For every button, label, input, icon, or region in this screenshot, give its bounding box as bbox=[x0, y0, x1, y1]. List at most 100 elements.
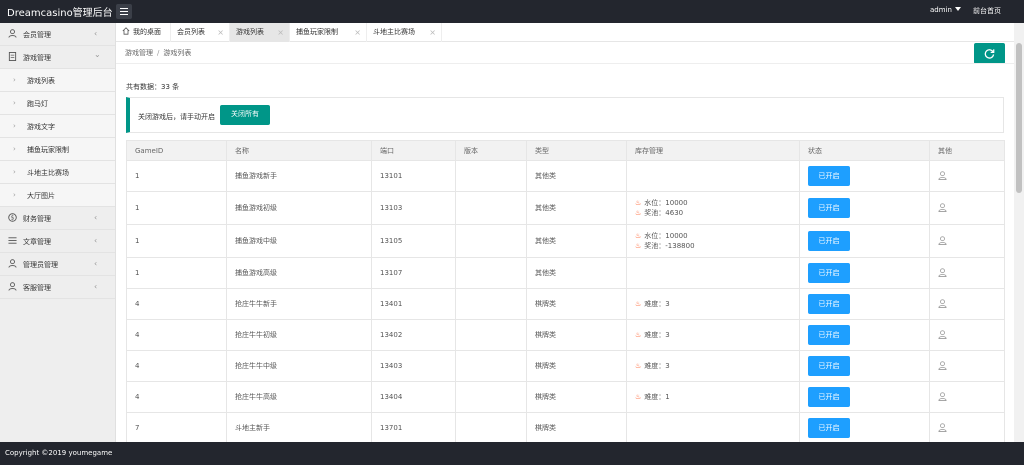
tab-label: 游戏列表 bbox=[236, 28, 264, 36]
flame-icon: ♨ bbox=[635, 362, 642, 370]
breadcrumb-item[interactable]: 游戏管理 bbox=[125, 49, 153, 57]
sidebar-group-members[interactable]: 会员管理 ‹ bbox=[0, 23, 115, 46]
cell-game-name: 抢庄牛牛中级 bbox=[226, 350, 372, 382]
user-settings-icon[interactable] bbox=[938, 170, 947, 180]
sidebar-item-game-list[interactable]: › 游戏列表 bbox=[0, 69, 115, 92]
tab-my-desktop[interactable]: 我的桌面 bbox=[116, 23, 171, 42]
cell-other bbox=[929, 224, 1005, 258]
user-settings-icon[interactable] bbox=[938, 329, 947, 339]
stock-line: ♨ 水位：10000 bbox=[635, 198, 799, 208]
close-all-button[interactable]: 关闭所有 bbox=[220, 105, 270, 125]
hamburger-icon bbox=[120, 8, 128, 9]
refresh-icon bbox=[984, 49, 995, 59]
cell-stock: ♨ 水位：10000 ♨ 奖池：-138800 bbox=[626, 224, 800, 258]
refresh-button[interactable] bbox=[974, 43, 1005, 64]
front-page-link[interactable]: 前台首页 bbox=[973, 6, 1001, 16]
sidebar-item-fishing-limit[interactable]: › 捕鱼玩家限制 bbox=[0, 138, 115, 161]
user-menu[interactable]: admin bbox=[930, 6, 961, 14]
column-header: 版本 bbox=[455, 140, 527, 161]
status-toggle-button[interactable]: 已开启 bbox=[808, 231, 850, 251]
stock-line: ♨ 奖池：4630 bbox=[635, 208, 799, 218]
sidebar-item-marquee[interactable]: › 跑马灯 bbox=[0, 92, 115, 115]
arrow-right-icon: › bbox=[13, 168, 16, 176]
flame-icon: ♨ bbox=[635, 331, 642, 339]
cell-stock: ♨ 难度：3 bbox=[626, 350, 800, 382]
page-scrollbar[interactable] bbox=[1014, 23, 1024, 442]
status-toggle-button[interactable]: 已开启 bbox=[808, 418, 850, 438]
cell-game-id: 4 bbox=[126, 288, 227, 320]
breadcrumb-item-current: 游戏列表 bbox=[163, 49, 192, 57]
cell-port: 13403 bbox=[371, 350, 456, 382]
user-settings-icon[interactable] bbox=[938, 360, 947, 370]
column-header: 状态 bbox=[799, 140, 930, 161]
cell-game-name: 抢庄牛牛新手 bbox=[226, 288, 372, 320]
tab-member-list[interactable]: 会员列表 × bbox=[171, 23, 230, 42]
stock-line: ♨ 难度：3 bbox=[635, 330, 799, 340]
sidebar-item-label: 游戏文字 bbox=[27, 123, 55, 131]
sidebar-item-label: 大厅图片 bbox=[27, 192, 55, 200]
stock-value: 水位：10000 bbox=[644, 199, 688, 207]
user-icon bbox=[8, 29, 17, 38]
user-settings-icon[interactable] bbox=[938, 267, 947, 277]
sidebar-item-game-text[interactable]: › 游戏文字 bbox=[0, 115, 115, 138]
sidebar-group-label: 会员管理 bbox=[23, 31, 51, 39]
status-toggle-button[interactable]: 已开启 bbox=[808, 325, 850, 345]
cell-port: 13105 bbox=[371, 224, 456, 258]
sidebar-group-articles[interactable]: 文章管理 ‹ bbox=[0, 230, 115, 253]
cell-other bbox=[929, 191, 1005, 225]
tab-fishing-limit[interactable]: 捕鱼玩家限制 × bbox=[290, 23, 367, 42]
table-row: 7 斗地主新手 13701 棋牌类 已开启 bbox=[126, 412, 1005, 442]
status-toggle-button[interactable]: 已开启 bbox=[808, 387, 850, 407]
cell-type: 其他类 bbox=[526, 224, 627, 258]
cell-type: 棋牌类 bbox=[526, 412, 627, 442]
caret-down-icon bbox=[954, 7, 961, 11]
column-header: 其他 bbox=[929, 140, 1005, 161]
cell-game-name: 抢庄牛牛高级 bbox=[226, 381, 372, 413]
cell-type: 棋牌类 bbox=[526, 319, 627, 351]
sidebar-group-admins[interactable]: 管理员管理 ‹ bbox=[0, 253, 115, 276]
cell-status: 已开启 bbox=[799, 412, 930, 442]
sidebar-group-support[interactable]: 客服管理 ‹ bbox=[0, 276, 115, 299]
status-toggle-button[interactable]: 已开启 bbox=[808, 166, 850, 186]
tab-landlord-match[interactable]: 斗地主比赛场 × bbox=[367, 23, 442, 42]
user-settings-icon[interactable] bbox=[938, 391, 947, 401]
status-toggle-button[interactable]: 已开启 bbox=[808, 294, 850, 314]
sidebar-group-finance[interactable]: $ 财务管理 ‹ bbox=[0, 207, 115, 230]
cell-other bbox=[929, 412, 1005, 442]
cell-game-id: 1 bbox=[126, 224, 227, 258]
copyright-text: Copyright ©2019 youmegame bbox=[5, 449, 113, 457]
close-icon[interactable]: × bbox=[277, 23, 284, 42]
table-row: 4 抢庄牛牛中级 13403 棋牌类 ♨ 难度：3 已开启 bbox=[126, 350, 1005, 382]
cell-type: 棋牌类 bbox=[526, 381, 627, 413]
status-toggle-button[interactable]: 已开启 bbox=[808, 356, 850, 376]
close-icon[interactable]: × bbox=[429, 23, 436, 42]
close-icon[interactable]: × bbox=[217, 23, 224, 42]
status-toggle-button[interactable]: 已开启 bbox=[808, 263, 850, 283]
tab-label: 我的桌面 bbox=[133, 28, 161, 36]
sidebar-group-label: 财务管理 bbox=[23, 215, 51, 223]
tab-label: 捕鱼玩家限制 bbox=[296, 28, 338, 36]
footer: Copyright ©2019 youmegame bbox=[0, 442, 1024, 465]
cell-port: 13402 bbox=[371, 319, 456, 351]
sidebar-item-lobby-images[interactable]: › 大厅图片 bbox=[0, 184, 115, 207]
cell-port: 13404 bbox=[371, 381, 456, 413]
stock-value: 难度：3 bbox=[644, 362, 670, 370]
notice-box: 关闭游戏后，请手动开启 关闭所有 bbox=[126, 97, 1004, 133]
scrollbar-thumb[interactable] bbox=[1016, 43, 1022, 193]
user-settings-icon[interactable] bbox=[938, 298, 947, 308]
tab-bar: 我的桌面 会员列表 × 游戏列表 × 捕鱼玩家限制 × 斗地主比赛场 × bbox=[116, 23, 1014, 42]
status-toggle-button[interactable]: 已开启 bbox=[808, 198, 850, 218]
sidebar-item-landlord-match[interactable]: › 斗地主比赛场 bbox=[0, 161, 115, 184]
cell-stock: ♨ 难度：3 bbox=[626, 319, 800, 351]
sidebar-group-games[interactable]: 游戏管理 ⌄ bbox=[0, 46, 115, 69]
user-settings-icon[interactable] bbox=[938, 422, 947, 432]
close-icon[interactable]: × bbox=[354, 23, 361, 42]
tab-game-list[interactable]: 游戏列表 × bbox=[230, 23, 290, 42]
cell-game-id: 7 bbox=[126, 412, 227, 442]
user-settings-icon[interactable] bbox=[938, 235, 947, 245]
column-header: 库存管理 bbox=[626, 140, 800, 161]
user-settings-icon[interactable] bbox=[938, 202, 947, 212]
document-icon bbox=[8, 52, 17, 61]
sidebar-group-label: 游戏管理 bbox=[23, 54, 51, 62]
menu-toggle-button[interactable] bbox=[116, 4, 132, 19]
